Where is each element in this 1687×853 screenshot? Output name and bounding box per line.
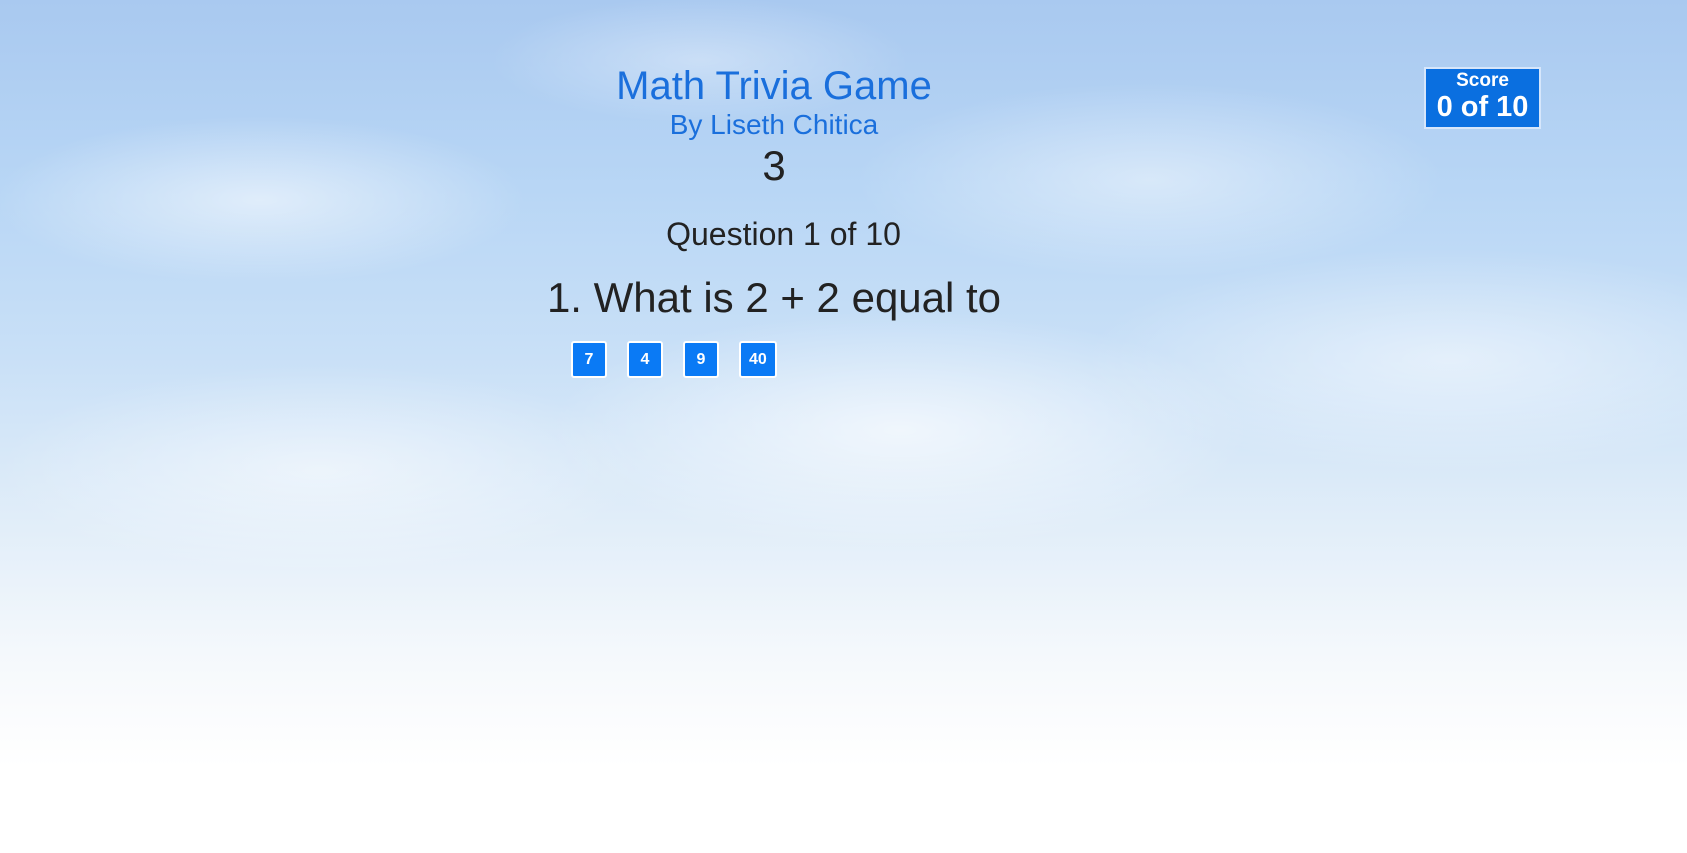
score-label: Score <box>1456 70 1509 91</box>
author-byline: By Liseth Chitica <box>669 109 879 140</box>
score-value: 0 of 10 <box>1436 90 1529 123</box>
countdown-timer: 3 <box>762 141 786 189</box>
score-panel: Score 0 of 10 <box>1424 67 1541 129</box>
answer-options: 7 4 9 40 <box>571 341 777 378</box>
question-counter: Question 1 of 10 <box>666 216 901 252</box>
answer-button-3[interactable]: 9 <box>683 341 719 378</box>
question-text: 1. What is 2 + 2 equal to <box>546 274 1002 321</box>
answer-button-2[interactable]: 4 <box>627 341 663 378</box>
game-header: Math Trivia Game By Liseth Chitica 3 <box>0 64 1548 189</box>
answer-button-1[interactable]: 7 <box>571 341 607 378</box>
game-title: Math Trivia Game <box>616 64 932 108</box>
answer-button-4[interactable]: 40 <box>739 341 777 378</box>
